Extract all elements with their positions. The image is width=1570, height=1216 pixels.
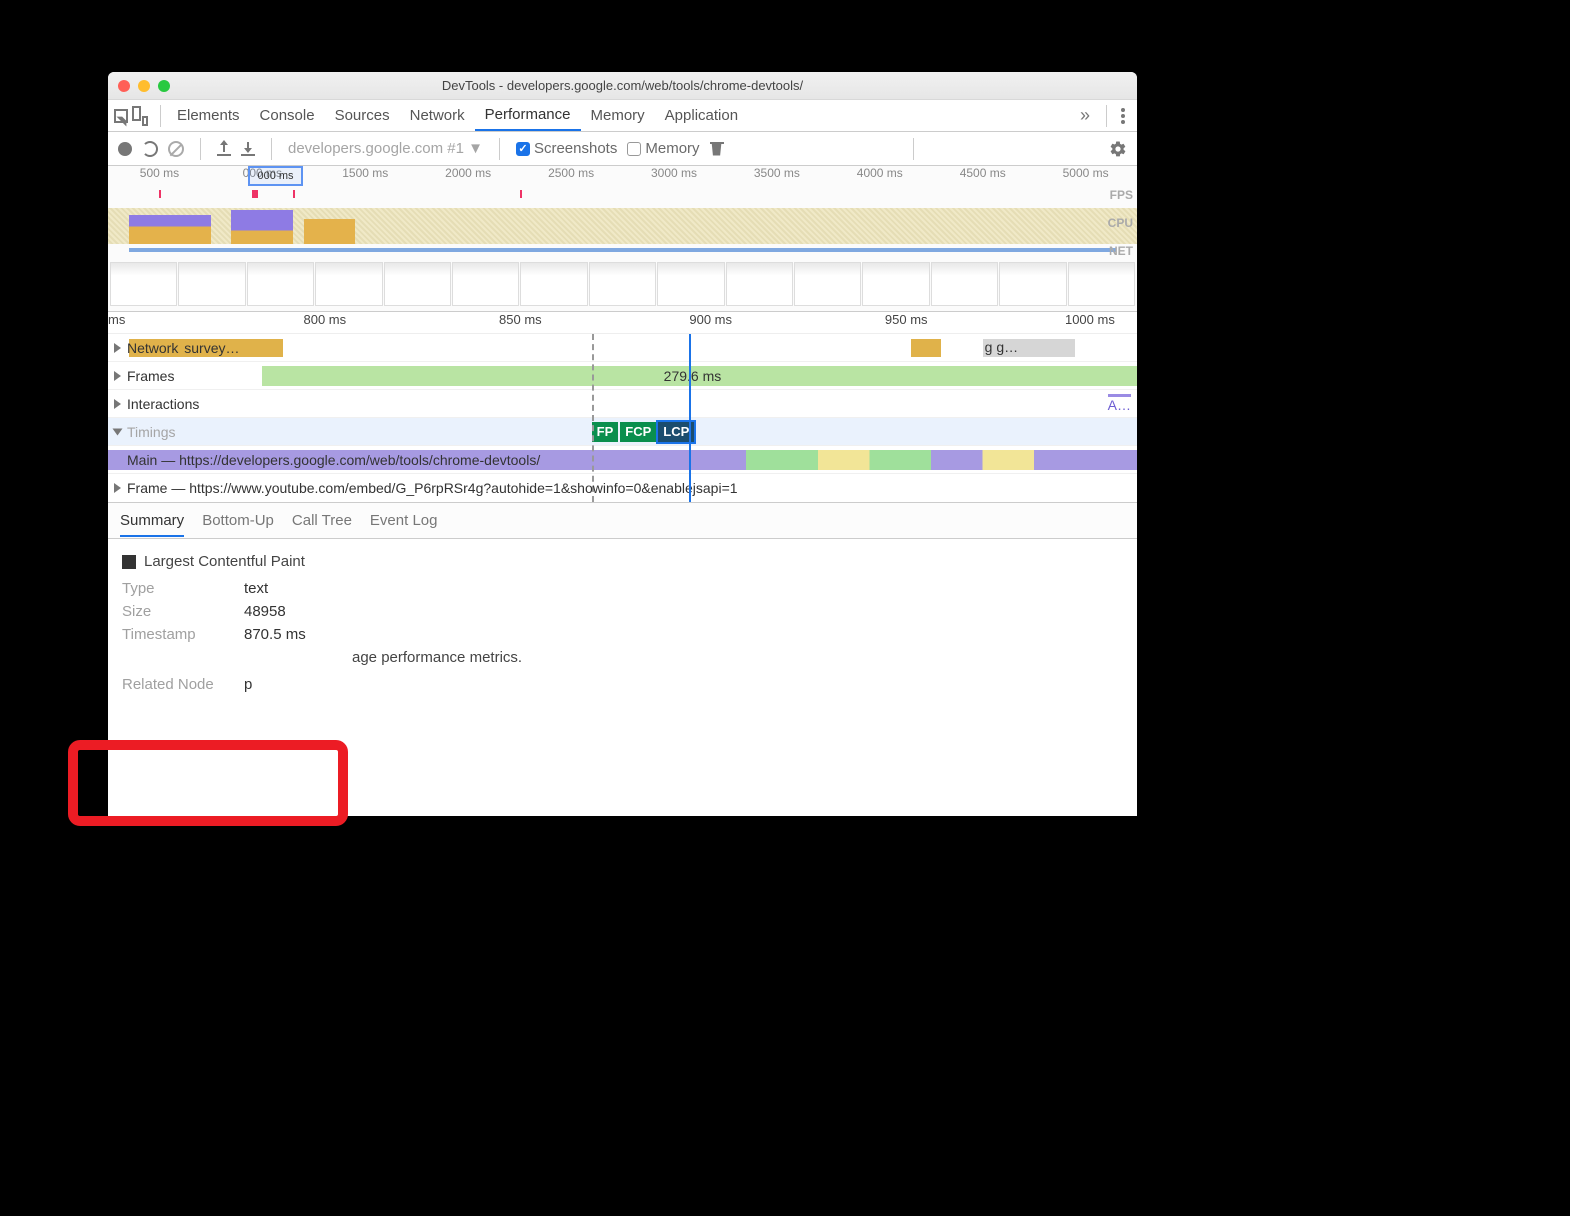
fcp-marker[interactable]: FCP <box>620 422 656 442</box>
dtab-summary[interactable]: Summary <box>120 512 184 537</box>
more-tabs-button[interactable]: » <box>1070 105 1100 126</box>
dtab-eventlog[interactable]: Event Log <box>370 512 438 529</box>
screenshots-checkbox[interactable]: ✓ Screenshots <box>516 140 617 157</box>
load-profile-icon[interactable] <box>217 142 231 156</box>
kv-value: 870.5 ms <box>244 626 306 643</box>
tab-memory[interactable]: Memory <box>581 100 655 131</box>
checkbox-off-icon <box>627 142 641 156</box>
reload-icon[interactable] <box>142 141 158 157</box>
event-title: Largest Contentful Paint <box>144 553 305 570</box>
disclosure-down-icon <box>113 428 123 435</box>
tab-network[interactable]: Network <box>400 100 475 131</box>
detail-tabs: Summary Bottom-Up Call Tree Event Log <box>108 503 1137 539</box>
dtab-calltree[interactable]: Call Tree <box>292 512 352 529</box>
tab-application[interactable]: Application <box>655 100 748 131</box>
kv-key: Size <box>122 603 232 620</box>
partial-text: age performance metrics. <box>352 649 522 666</box>
inspect-icon <box>114 109 128 123</box>
disclosure-icon <box>114 371 121 381</box>
kv-key: Timestamp <box>122 626 232 643</box>
disclosure-icon <box>114 343 121 353</box>
disclosure-icon <box>114 483 121 493</box>
disclosure-icon <box>114 399 121 409</box>
devtools-window: DevTools - developers.google.com/web/too… <box>108 72 1137 816</box>
trash-icon[interactable] <box>710 142 724 156</box>
tab-elements[interactable]: Elements <box>167 100 250 131</box>
capture-settings-button[interactable] <box>1109 140 1127 158</box>
dtab-bottomup[interactable]: Bottom-Up <box>202 512 274 529</box>
playhead[interactable] <box>689 334 691 502</box>
cpu-label: CPU <box>1108 216 1133 230</box>
kv-value: 48958 <box>244 603 286 620</box>
divider <box>271 138 272 160</box>
checkbox-on-icon: ✓ <box>516 142 530 156</box>
net-label: NET <box>1109 244 1133 258</box>
track-interactions[interactable]: Interactions A… <box>108 390 1137 418</box>
divider <box>913 138 914 160</box>
recording-selector[interactable]: developers.google.com #1 ▼ <box>288 140 483 157</box>
event-color-swatch <box>122 555 136 569</box>
tab-performance[interactable]: Performance <box>475 100 581 131</box>
titlebar: DevTools - developers.google.com/web/too… <box>108 72 1137 100</box>
memory-checkbox[interactable]: Memory <box>627 140 699 157</box>
related-node-link[interactable]: p <box>244 676 252 693</box>
devtools-tabs: Elements Console Sources Network Perform… <box>108 100 1137 132</box>
summary-heading: Largest Contentful Paint <box>122 553 1123 570</box>
window-title: DevTools - developers.google.com/web/too… <box>108 78 1137 93</box>
overview-panel[interactable]: 500 ms000 ms1500 ms2000 ms2500 ms3000 ms… <box>108 166 1137 312</box>
track-frames[interactable]: Frames 279.6 ms <box>108 362 1137 390</box>
gear-icon <box>1109 140 1127 158</box>
kv-key: Related Node <box>122 676 232 693</box>
flame-chart[interactable]: ms 800 ms 850 ms 900 ms 950 ms 1000 ms N… <box>108 312 1137 503</box>
save-profile-icon[interactable] <box>241 142 255 156</box>
device-icon <box>132 106 152 126</box>
divider <box>1106 105 1107 127</box>
kv-value: text <box>244 580 268 597</box>
track-main[interactable]: Main — https://developers.google.com/web… <box>108 446 1137 474</box>
annotation-highlight-box <box>68 740 348 826</box>
clear-icon[interactable] <box>168 141 184 157</box>
screenshot-strip <box>108 262 1137 306</box>
track-timings[interactable]: Timings FP FCP LCP <box>108 418 1137 446</box>
overview-viewport[interactable]: 000 ms <box>248 166 303 186</box>
summary-panel: Largest Contentful Paint Type text Size 48… <box>108 539 1137 693</box>
kv-key: Type <box>122 580 232 597</box>
tab-sources[interactable]: Sources <box>325 100 400 131</box>
divider <box>200 138 201 160</box>
cpu-track <box>108 208 1137 244</box>
inspect-button[interactable] <box>112 100 130 131</box>
device-toggle-button[interactable] <box>130 100 154 131</box>
fp-marker[interactable]: FP <box>592 422 619 442</box>
record-button[interactable] <box>118 142 132 156</box>
track-frame[interactable]: Frame — https://www.youtube.com/embed/G_… <box>108 474 1137 502</box>
net-track <box>108 248 1137 256</box>
tab-console[interactable]: Console <box>250 100 325 131</box>
perf-toolbar: developers.google.com #1 ▼ ✓ Screenshots… <box>108 132 1137 166</box>
track-network[interactable]: Network survey… g g… <box>108 334 1137 362</box>
divider <box>160 105 161 127</box>
flame-ruler: ms 800 ms 850 ms 900 ms 950 ms 1000 ms <box>108 312 1137 334</box>
marker-line <box>592 334 594 502</box>
divider <box>499 138 500 160</box>
settings-menu-button[interactable] <box>1113 106 1133 126</box>
